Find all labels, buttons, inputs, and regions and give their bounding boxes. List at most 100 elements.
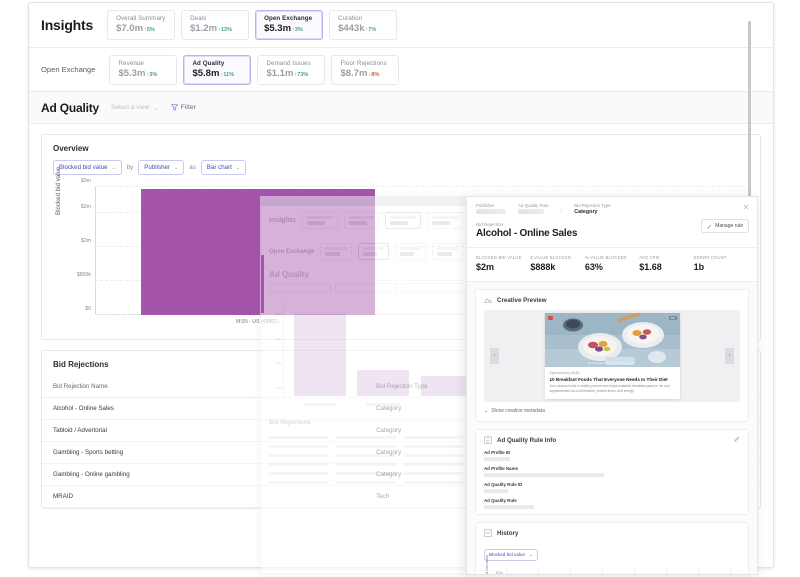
field-ad-quality-rule: Ad Quality Rule: [476, 498, 748, 514]
ghost-control: [335, 283, 397, 292]
creative-preview-stage: ‹ ›: [484, 310, 740, 402]
kpi-delta: ↑5%: [144, 27, 155, 33]
kpi-label: Deals: [190, 15, 240, 22]
breadcrumb-value: [518, 209, 549, 216]
ghost-overlay-panel: Insights Open Exchange Ad Quality: [260, 196, 472, 574]
metric-blocked-bid-value: BLOCKED BID VALUE $2m: [476, 255, 530, 272]
ghost-kpi: [395, 243, 426, 260]
metric-label: $ VALUE BLOCKED: [530, 255, 584, 260]
metric-label: % VALUE BLOCKED: [585, 255, 639, 260]
dimension-select[interactable]: Publisher ⌄: [138, 160, 184, 175]
chart-type-select[interactable]: Bar chart ⌄: [201, 160, 246, 175]
ghost-bar-chart: [269, 298, 463, 410]
creative-ad-tag: Ad: [669, 316, 677, 320]
metric-value: $2m: [476, 262, 530, 272]
kpi-label: Curation: [338, 15, 388, 22]
creative-sponsor: Sponsored by HEAD: [550, 371, 675, 375]
kpi-delta: ↑13%: [218, 27, 232, 33]
creative-image-art: [545, 313, 680, 367]
ghost-openexchange-row: Open Exchange: [261, 237, 471, 260]
chevron-right-icon[interactable]: ›: [725, 348, 734, 364]
kpi-card-revenue[interactable]: Revenue $5.3m↑3%: [109, 55, 177, 85]
ghost-titlebar: [261, 197, 471, 206]
y-tick-label: $0: [85, 306, 91, 312]
open-exchange-title: Open Exchange: [41, 65, 95, 74]
filter-button[interactable]: Filter: [171, 104, 196, 111]
ghost-table-row: [261, 466, 471, 475]
ghost-control: [269, 283, 331, 292]
field-value: [484, 473, 604, 477]
history-metric-label: Blocked bid value: [489, 552, 525, 557]
ghost-bar: [421, 376, 469, 396]
ghost-table-title: Bid Rejections: [261, 410, 471, 430]
creative-image: Ad 10 Breakfast Foods That Everyone...: [545, 313, 680, 367]
breadcrumb-label: Bid Rejection Type: [574, 203, 611, 208]
history-plot-area: $3m $2m $1m: [506, 568, 738, 576]
kpi-delta: ↓8%: [368, 72, 379, 78]
ghost-bar: [294, 314, 346, 396]
breadcrumb-item-bid-rejection-type[interactable]: Bid Rejection Type Category: [574, 203, 611, 215]
as-label: as: [189, 164, 196, 171]
dimension-select-label: Publisher: [144, 164, 170, 171]
pencil-icon[interactable]: [734, 436, 740, 442]
kpi-card-overall-summary[interactable]: Overall Summary $7.0m↑5%: [107, 10, 175, 40]
ghost-insights-title: Insights: [269, 217, 296, 224]
ghost-openexchange-title: Open Exchange: [269, 249, 314, 255]
kpi-card-curation[interactable]: Curation $443k↑7%: [329, 10, 397, 40]
chevron-down-icon: ⌄: [484, 408, 488, 414]
history-card: History Blocked bid value ⌄ Blocked bid …: [475, 522, 749, 575]
show-creative-metadata-label: Show creative metadata: [491, 408, 545, 414]
history-metric-select[interactable]: Blocked bid value ⌄: [484, 549, 538, 561]
breadcrumb-separator: /: [561, 209, 563, 215]
ghost-kpi: [432, 243, 463, 260]
field-value: [484, 489, 508, 493]
manage-rule-label: Manage rule: [715, 223, 743, 229]
field-value: [484, 457, 510, 461]
creative-headline: 10 Breakfast Foods That Everyone Needs I…: [550, 377, 675, 383]
ghost-accent-bar: [261, 255, 264, 313]
overview-title: Overview: [42, 135, 760, 160]
metric-value: $1.68: [639, 262, 693, 272]
ghost-section-title: Ad Quality: [261, 260, 471, 283]
chart-y-axis-title: Blocked bid value: [55, 167, 62, 216]
ghost-table-row: [261, 439, 471, 448]
creative-preview-header: Creative Preview: [476, 290, 748, 310]
view-select[interactable]: Select a view ⌄: [111, 104, 159, 112]
field-label: Ad Quality Rule: [484, 498, 740, 503]
kpi-card-open-exchange[interactable]: Open Exchange $5.3m↑3%: [255, 10, 323, 40]
metric-label: ERROR COUNT: [694, 255, 748, 260]
metric-percent-value-blocked: % VALUE BLOCKED 63%: [585, 255, 639, 272]
manage-rule-button[interactable]: Manage rule: [701, 219, 749, 233]
show-creative-metadata-toggle[interactable]: ⌄ Show creative metadata: [476, 408, 748, 421]
metric-select[interactable]: Blocked bid value ⌄: [53, 160, 122, 175]
kpi-value: $8.7m↓8%: [340, 68, 390, 79]
overview-controls: Blocked bid value ⌄ by Publisher ⌄ as Ba…: [42, 160, 760, 183]
kpi-card-deals[interactable]: Deals $1.2m↑13%: [181, 10, 249, 40]
kpi-value: $7.0m↑5%: [116, 23, 166, 34]
breadcrumb-label: Publisher: [476, 203, 506, 208]
metric-value-blocked: $ VALUE BLOCKED $888k: [530, 255, 584, 272]
breadcrumb-item-publisher[interactable]: Publisher: [476, 203, 506, 216]
kpi-card-ad-quality[interactable]: Ad Quality $5.8m↑11%: [183, 55, 251, 85]
close-icon[interactable]: [743, 204, 749, 210]
bid-rejection-detail-panel: Publisher Ad Quality Rule / Bid Rejectio…: [466, 196, 758, 575]
history-chart: Blocked bid value $3m $2m $1m: [484, 566, 740, 576]
kpi-value: $443k↑7%: [338, 23, 388, 34]
kpi-card-floor-rejections[interactable]: Floor Rejections $8.7m↓8%: [331, 55, 399, 85]
metric-avg-cpm: AVG CPM $1.68: [639, 255, 693, 272]
creative-image-caption: 10 Breakfast Foods That Everyone...: [545, 361, 680, 365]
ghost-kpi: [427, 212, 463, 229]
creative-card[interactable]: Ad 10 Breakfast Foods That Everyone... S…: [545, 313, 680, 400]
insights-bar: Insights Overall Summary $7.0m↑5% Deals …: [29, 3, 773, 48]
creative-preview-title: Creative Preview: [497, 297, 547, 304]
kpi-value: $1.2m↑13%: [190, 23, 240, 34]
kpi-delta: ↑3%: [292, 27, 303, 33]
chevron-left-icon[interactable]: ‹: [490, 348, 499, 364]
breadcrumb-item-ad-quality-rule[interactable]: Ad Quality Rule: [518, 203, 549, 216]
ghost-table-row: [261, 475, 471, 484]
pencil-icon: [707, 224, 712, 229]
field-value: [484, 505, 534, 509]
chart-type-label: Bar chart: [207, 164, 232, 171]
chevron-down-icon: ⌄: [236, 165, 240, 171]
kpi-card-demand-issues[interactable]: Demand Issues $1.1m↑73%: [257, 55, 325, 85]
